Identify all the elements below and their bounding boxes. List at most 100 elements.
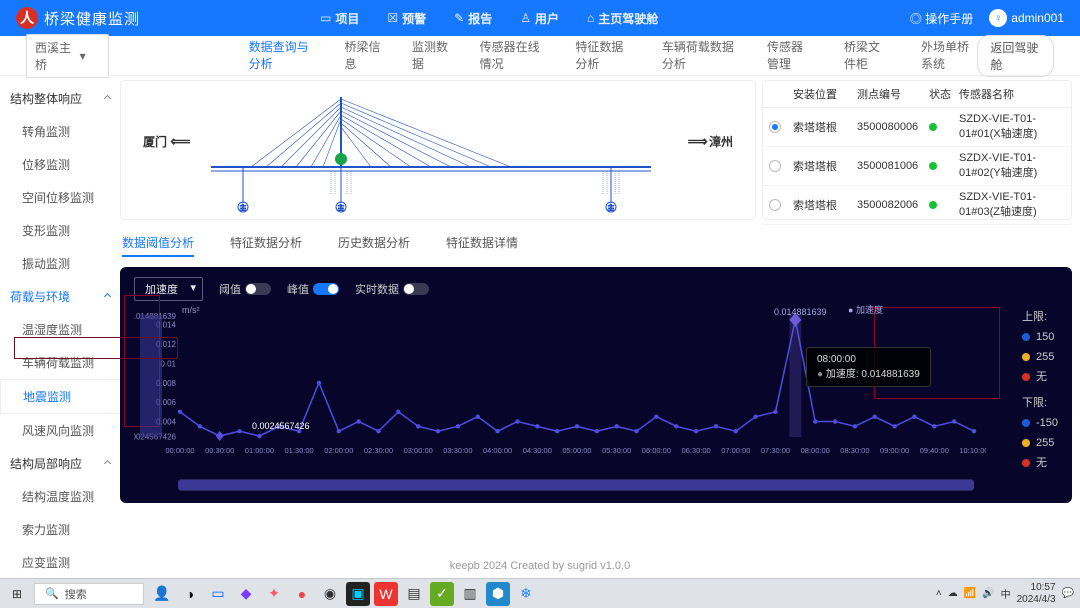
row-radio[interactable] (769, 121, 781, 133)
trough-label: 0.0024567426 (252, 421, 310, 431)
chart-scroll[interactable] (178, 479, 974, 491)
back-button[interactable]: 返回驾驶舱 (977, 35, 1054, 77)
app-icon[interactable]: ⬢ (486, 582, 510, 606)
manual-link[interactable]: ◎ 操作手册 (910, 10, 973, 27)
table-row[interactable]: 索塔塔根3500081006 SZDX-VIE-T01-01#02(Y轴速度) (763, 147, 1071, 186)
svg-text:00:30:00: 00:30:00 (205, 446, 234, 455)
taskbar-clock[interactable]: 10:57 2024/4/3 (1017, 582, 1056, 606)
logo-icon: 人 (16, 7, 38, 29)
app-icon[interactable]: ◆ (234, 582, 258, 606)
start-button[interactable]: ⊞ (6, 583, 28, 605)
tray-lang[interactable]: 中 (1001, 586, 1011, 601)
chart-tabs: 数据阈值分析 特征数据分析 历史数据分析 特征数据详情 (120, 224, 1072, 263)
tray-icon[interactable]: 📶 (964, 588, 976, 599)
chart-card: 加速度 阈值 峰值 实时数据 m/s² 0.00245674260.0040.0… (120, 267, 1072, 503)
svg-text:10:10:00: 10:10:00 (959, 446, 986, 455)
bridge-diagram: 厦门 ⟸ ⟹ 漳州 主 主 主 (120, 80, 756, 220)
tray-icon[interactable]: ☁ (948, 588, 958, 599)
app-icon[interactable]: 👤 (150, 582, 174, 606)
col-status: 状态 (929, 86, 957, 102)
chart-toolbar: 加速度 阈值 峰值 实时数据 (134, 277, 1058, 301)
table-row[interactable]: 索塔塔根3500080006 SZDX-VIE-T01-01#01(X轴速度) (763, 108, 1071, 147)
sidebar-item[interactable]: 风速风向监测 (0, 414, 120, 447)
tray-icon[interactable]: ˄ (936, 588, 942, 599)
svg-text:09:00:00: 09:00:00 (880, 446, 909, 455)
side-group-env[interactable]: 荷载与环境 (0, 280, 120, 313)
bridge-svg: 主 主 主 (211, 95, 651, 215)
row-radio[interactable] (769, 160, 781, 172)
sidebar-item[interactable]: 结构温度监测 (0, 480, 120, 513)
svg-text:02:30:00: 02:30:00 (364, 446, 393, 455)
app-icon[interactable]: ✓ (430, 582, 454, 606)
taskbar: ⊞ 🔍 搜索 👤 ◑ ▭ ◆ ✦ ● ◉ ▣ W ▤ ✓ ▥ ⬢ ❄ ˄ ☁ 📶… (0, 578, 1080, 608)
nav-alert[interactable]: ☒ 预警 (387, 10, 426, 27)
chart-area[interactable]: m/s² 0.00245674260.0040.0060.0080.010.01… (134, 309, 986, 459)
ctab-threshold[interactable]: 数据阈值分析 (122, 230, 194, 257)
sidebar-item[interactable]: 索力监测 (0, 513, 120, 546)
app-icon[interactable]: ✦ (262, 582, 286, 606)
app-icon[interactable]: ▥ (458, 582, 482, 606)
toggle-peak[interactable] (313, 283, 339, 295)
sidebar-item[interactable]: 转角监测 (0, 115, 120, 148)
toggle-realtime[interactable] (403, 283, 429, 295)
nav-report[interactable]: ✎ 报告 (454, 10, 492, 27)
sidebar-item[interactable]: 振动监测 (0, 247, 120, 280)
svg-text:05:00:00: 05:00:00 (562, 446, 591, 455)
top-nav: ▭ 项目 ☒ 预警 ✎ 报告 ♙ 用户 ⌂ 主页驾驶舱 (320, 10, 658, 27)
chevron-down-icon: ▾ (80, 49, 86, 63)
table-row[interactable]: 索塔塔根3500082006 SZDX-VIE-T01-01#03(Z轴速度) (763, 186, 1071, 225)
status-dot (929, 201, 937, 209)
sidebar-item[interactable]: 车辆荷载监测 (0, 346, 120, 379)
svg-text:07:00:00: 07:00:00 (721, 446, 750, 455)
ctab-feature[interactable]: 特征数据分析 (230, 230, 302, 257)
user-avatar-icon: ♀ (989, 9, 1007, 27)
ctab-detail[interactable]: 特征数据详情 (446, 230, 518, 257)
chart-tooltip: 08:00:00 ● 加速度: 0.014881639 (806, 347, 931, 387)
app-icon[interactable]: ▤ (402, 582, 426, 606)
ctab-history[interactable]: 历史数据分析 (338, 230, 410, 257)
chrome-icon[interactable]: ◉ (318, 582, 342, 606)
toggle-threshold[interactable] (245, 283, 271, 295)
sidebar: 结构整体响应 转角监测 位移监测 空间位移监测 变形监测 振动监测 荷载与环境 … (0, 76, 120, 556)
status-dot (929, 162, 937, 170)
notification-icon[interactable]: 💬 (1062, 588, 1074, 599)
brand: 人 桥梁健康监测 (16, 7, 140, 29)
app-icon[interactable]: ❄ (514, 582, 538, 606)
legend-limits: 上限: 150 255 无 下限: -150 255 无 (1022, 307, 1058, 473)
svg-text:主: 主 (240, 203, 247, 212)
svg-text:05:30:00: 05:30:00 (602, 446, 631, 455)
row-radio[interactable] (769, 199, 781, 211)
sidebar-item-selected[interactable]: 地震监测 (0, 379, 120, 414)
side-group-local[interactable]: 结构局部响应 (0, 447, 120, 480)
svg-text:03:00:00: 03:00:00 (404, 446, 433, 455)
sidebar-item[interactable]: 应变监测 (0, 546, 120, 579)
nav-home[interactable]: ⌂ 主页驾驶舱 (587, 10, 658, 27)
app-icon[interactable]: ▣ (346, 582, 370, 606)
bridge-select[interactable]: 西溪主桥▾ (26, 34, 109, 78)
app-icon[interactable]: ▭ (206, 582, 230, 606)
dir-left: 厦门 ⟸ (143, 133, 188, 150)
app-icon[interactable]: ◑ (178, 582, 202, 606)
nav-user[interactable]: ♙ 用户 (520, 10, 559, 27)
nav-project[interactable]: ▭ 项目 (320, 10, 359, 27)
main-content: 厦门 ⟸ ⟹ 漳州 主 主 主 (120, 76, 1080, 556)
sidebar-item[interactable]: 变形监测 (0, 214, 120, 247)
sidebar-item[interactable]: 温湿度监测 (0, 313, 120, 346)
app-icon[interactable]: W (374, 582, 398, 606)
svg-text:02:00:00: 02:00:00 (324, 446, 353, 455)
user-menu[interactable]: ♀ admin001 (989, 9, 1064, 27)
sidebar-item[interactable]: 空间位移监测 (0, 181, 120, 214)
tray-icon[interactable]: 🔊 (982, 588, 994, 599)
svg-text:主: 主 (338, 203, 345, 212)
app-icon[interactable]: ● (290, 582, 314, 606)
svg-text:09:40:00: 09:40:00 (920, 446, 949, 455)
footer: keepb 2024 Created by sugrid v1.0.0 (0, 556, 1080, 576)
taskbar-search[interactable]: 🔍 搜索 (34, 583, 144, 605)
svg-text:03:30:00: 03:30:00 (443, 446, 472, 455)
legend-dot: ● 加速度 (848, 303, 883, 316)
side-group-structure[interactable]: 结构整体响应 (0, 82, 120, 115)
sidebar-item[interactable]: 位移监测 (0, 148, 120, 181)
series-select[interactable]: 加速度 (134, 277, 203, 301)
svg-text:01:00:00: 01:00:00 (245, 446, 274, 455)
svg-text:0.01: 0.01 (160, 359, 176, 368)
